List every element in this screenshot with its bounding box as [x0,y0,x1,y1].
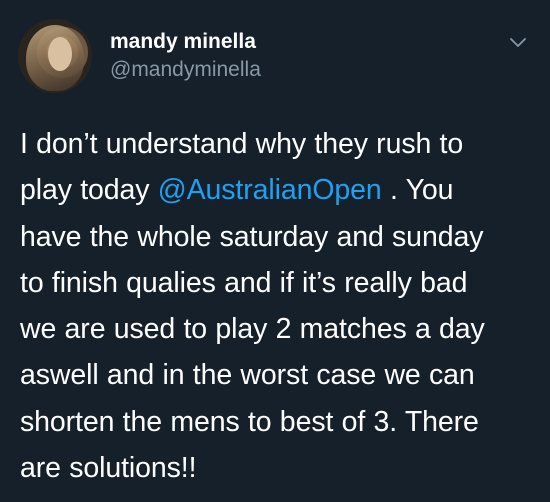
tweet-text: I don’t understand why they rush to play… [20,121,535,491]
mention-link[interactable]: @AustralianOpen [158,174,382,206]
tweet-line: aswell and in the worst case we can [20,359,475,392]
avatar-face [48,37,72,71]
tweet: mandy minella @mandyminella I don’t unde… [0,0,550,502]
tweet-line: we are used to play 2 matches a day [20,313,485,346]
tweet-line: have the whole saturday and sunday [20,220,484,253]
author-handle[interactable]: @mandyminella [110,58,261,82]
tweet-line: I don’t understand why they rush to [20,128,464,160]
tweet-line: play today @AustralianOpen . You [20,167,535,213]
tweet-line-segment: . You [381,174,454,207]
chevron-down-icon[interactable] [510,38,526,48]
tweet-line: to finish qualies and if it’s really bad [20,266,468,299]
avatar[interactable] [18,19,92,93]
tweet-line: shorten the mens to best of 3. There [20,405,479,438]
tweet-line: are solutions!! [20,452,197,485]
tweet-line-segment: play today [20,174,158,207]
author-name[interactable]: mandy minella [110,30,256,54]
